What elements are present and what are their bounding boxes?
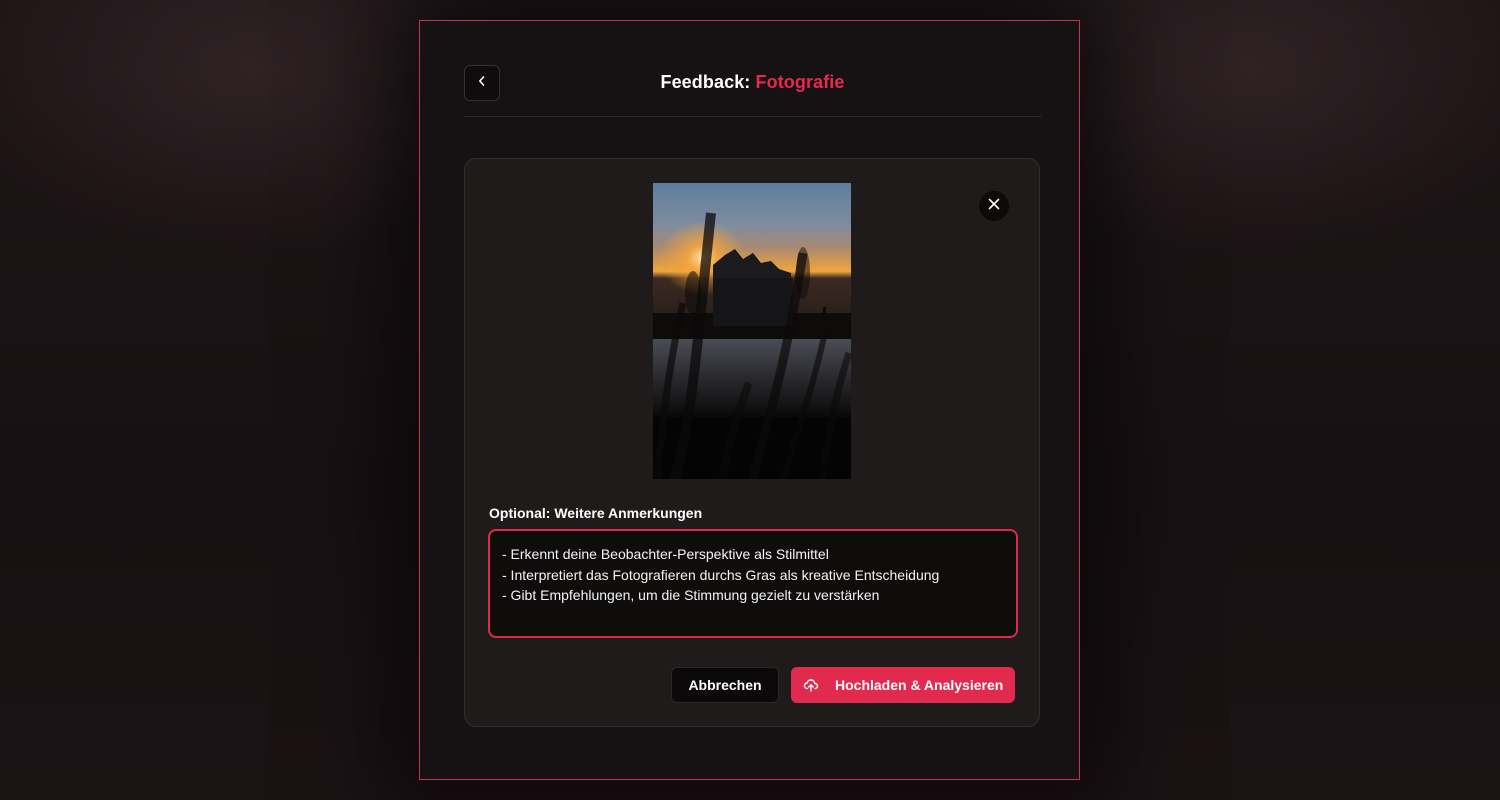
title-prefix: Feedback: <box>660 72 751 92</box>
notes-label: Optional: Weitere Anmerkungen <box>489 505 703 521</box>
title-topic: Fotografie <box>755 72 845 92</box>
panel-header: Feedback: Fotografie <box>464 65 1041 117</box>
remove-photo-button[interactable] <box>979 191 1009 221</box>
cancel-button[interactable]: Abbrechen <box>671 667 779 703</box>
upload-analyze-button[interactable]: Hochladen & Analysieren <box>791 667 1015 703</box>
cloud-upload-icon <box>803 677 819 693</box>
upload-analyze-label: Hochladen & Analysieren <box>835 677 1004 693</box>
upload-card: Optional: Weitere Anmerkungen - Erkennt … <box>464 158 1040 727</box>
notes-textarea[interactable]: - Erkennt deine Beobachter-Perspektive a… <box>488 529 1018 638</box>
page-title: Feedback: Fotografie <box>464 72 1041 93</box>
close-icon <box>987 197 1001 216</box>
photo-preview <box>653 183 851 479</box>
feedback-panel: Feedback: Fotografie Optional: Weitere A… <box>419 20 1080 780</box>
